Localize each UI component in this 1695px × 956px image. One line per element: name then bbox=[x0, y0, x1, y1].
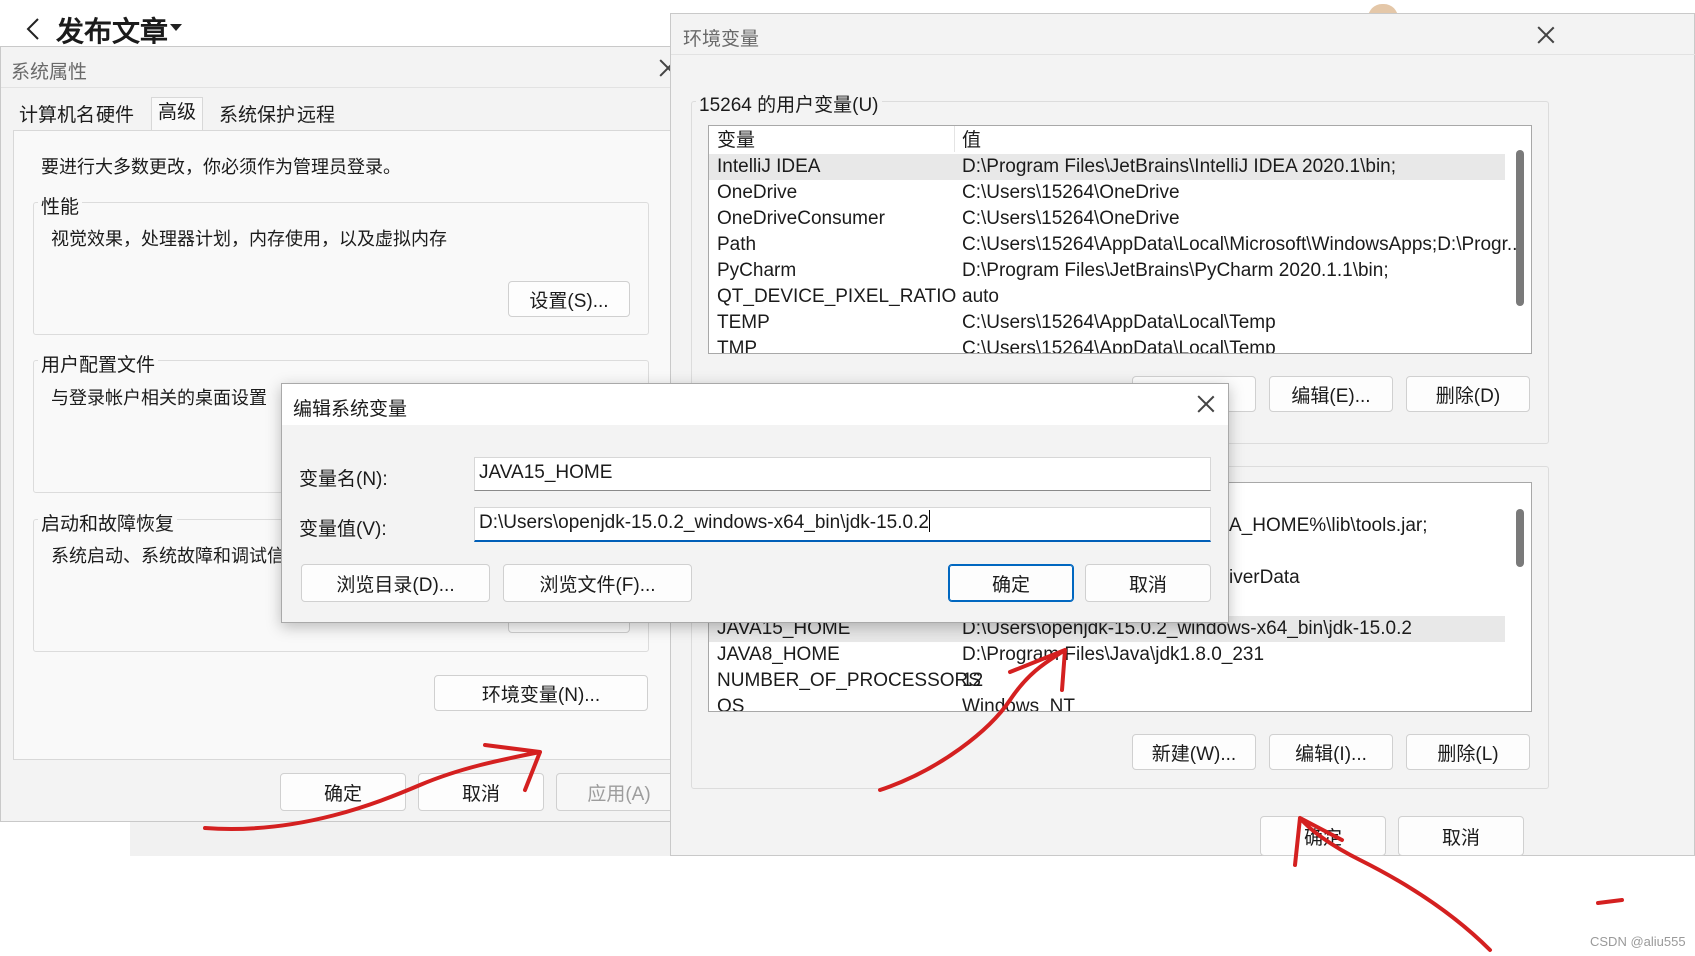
annotation-arrows bbox=[203, 648, 1624, 952]
arrow-to-env-button bbox=[203, 743, 542, 831]
arrow-to-new-button bbox=[1293, 816, 1492, 952]
annotation-dash bbox=[1596, 898, 1624, 905]
watermark: CSDN @aliu555 bbox=[1590, 934, 1686, 949]
arrow-to-ok-button bbox=[878, 648, 1067, 792]
